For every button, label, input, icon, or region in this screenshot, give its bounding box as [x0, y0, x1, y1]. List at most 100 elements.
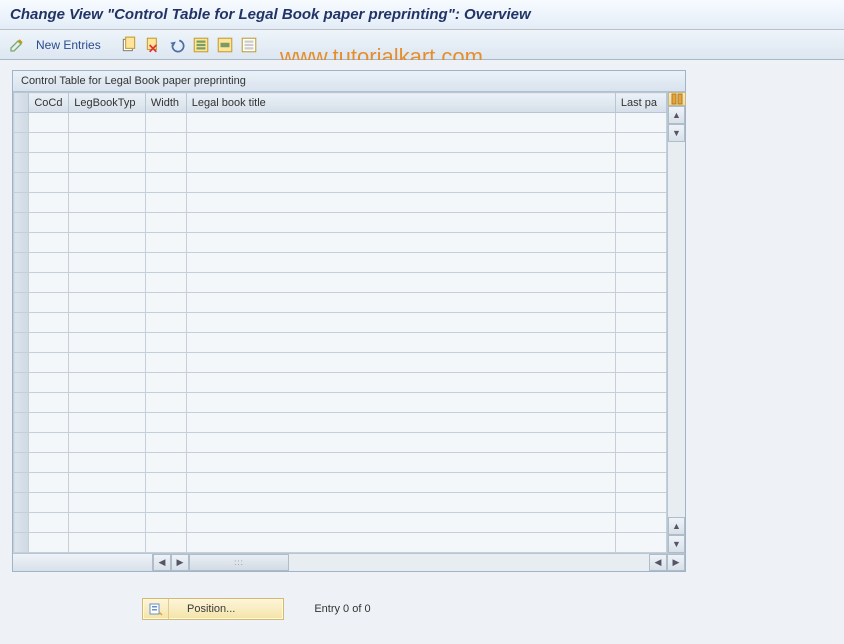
row-selector[interactable]: [14, 513, 29, 533]
row-selector[interactable]: [14, 133, 29, 153]
select-block-icon[interactable]: [215, 35, 235, 55]
cell[interactable]: [29, 153, 69, 173]
row-selector[interactable]: [14, 113, 29, 133]
row-selector[interactable]: [14, 413, 29, 433]
row-selector[interactable]: [14, 333, 29, 353]
column-header-legal-book-title[interactable]: Legal book title: [186, 93, 615, 113]
cell[interactable]: [69, 173, 146, 193]
cell[interactable]: [615, 453, 666, 473]
change-icon[interactable]: [8, 36, 26, 54]
cell[interactable]: [29, 313, 69, 333]
cell[interactable]: [145, 293, 186, 313]
cell[interactable]: [186, 453, 615, 473]
cell[interactable]: [29, 353, 69, 373]
cell[interactable]: [615, 133, 666, 153]
cell[interactable]: [186, 413, 615, 433]
new-entries-button[interactable]: New Entries: [30, 38, 107, 52]
cell[interactable]: [69, 273, 146, 293]
cell[interactable]: [145, 273, 186, 293]
cell[interactable]: [145, 333, 186, 353]
cell[interactable]: [29, 333, 69, 353]
cell[interactable]: [615, 333, 666, 353]
cell[interactable]: [615, 213, 666, 233]
row-selector[interactable]: [14, 293, 29, 313]
column-header-last-page[interactable]: Last pa: [615, 93, 666, 113]
cell[interactable]: [29, 253, 69, 273]
row-selector[interactable]: [14, 153, 29, 173]
row-selector[interactable]: [14, 453, 29, 473]
cell[interactable]: [29, 393, 69, 413]
cell[interactable]: [145, 373, 186, 393]
deselect-all-icon[interactable]: [239, 35, 259, 55]
cell[interactable]: [186, 433, 615, 453]
cell[interactable]: [615, 113, 666, 133]
cell[interactable]: [145, 433, 186, 453]
scroll-track-horizontal[interactable]: [289, 554, 649, 571]
cell[interactable]: [145, 213, 186, 233]
position-button[interactable]: Position...: [142, 598, 284, 620]
row-selector[interactable]: [14, 233, 29, 253]
cell[interactable]: [29, 493, 69, 513]
row-selector[interactable]: [14, 533, 29, 553]
cell[interactable]: [29, 113, 69, 133]
cell[interactable]: [145, 153, 186, 173]
cell[interactable]: [186, 233, 615, 253]
cell[interactable]: [186, 273, 615, 293]
scroll-up-icon[interactable]: ▲: [668, 106, 685, 124]
cell[interactable]: [29, 533, 69, 553]
row-selector[interactable]: [14, 313, 29, 333]
cell[interactable]: [145, 493, 186, 513]
cell[interactable]: [69, 533, 146, 553]
cell[interactable]: [69, 433, 146, 453]
cell[interactable]: [69, 233, 146, 253]
cell[interactable]: [29, 513, 69, 533]
vertical-scrollbar[interactable]: ▲ ▼ ▲ ▼: [667, 92, 685, 553]
cell[interactable]: [186, 213, 615, 233]
cell[interactable]: [145, 173, 186, 193]
cell[interactable]: [615, 533, 666, 553]
horizontal-scrollbar[interactable]: ◀ ▶ ::: ◀ ▶: [13, 553, 685, 571]
cell[interactable]: [186, 333, 615, 353]
cell[interactable]: [615, 193, 666, 213]
cell[interactable]: [29, 233, 69, 253]
cell[interactable]: [145, 313, 186, 333]
row-selector[interactable]: [14, 213, 29, 233]
cell[interactable]: [69, 313, 146, 333]
scroll-track-vertical[interactable]: [668, 142, 685, 517]
cell[interactable]: [615, 493, 666, 513]
row-selector[interactable]: [14, 193, 29, 213]
cell[interactable]: [186, 513, 615, 533]
row-selector[interactable]: [14, 393, 29, 413]
cell[interactable]: [186, 533, 615, 553]
cell[interactable]: [69, 373, 146, 393]
cell[interactable]: [69, 153, 146, 173]
cell[interactable]: [145, 353, 186, 373]
scroll-left-icon[interactable]: ◀: [153, 554, 171, 571]
select-all-rows[interactable]: [14, 93, 29, 113]
scroll-thumb-horizontal[interactable]: :::: [189, 554, 289, 571]
cell[interactable]: [69, 493, 146, 513]
cell[interactable]: [186, 313, 615, 333]
cell[interactable]: [29, 433, 69, 453]
row-selector[interactable]: [14, 173, 29, 193]
cell[interactable]: [186, 113, 615, 133]
cell[interactable]: [69, 133, 146, 153]
cell[interactable]: [145, 473, 186, 493]
cell[interactable]: [29, 413, 69, 433]
cell[interactable]: [29, 173, 69, 193]
cell[interactable]: [29, 133, 69, 153]
cell[interactable]: [69, 393, 146, 413]
row-selector[interactable]: [14, 353, 29, 373]
cell[interactable]: [69, 353, 146, 373]
copy-icon[interactable]: [119, 35, 139, 55]
cell[interactable]: [29, 193, 69, 213]
delete-icon[interactable]: [143, 35, 163, 55]
cell[interactable]: [69, 253, 146, 273]
cell[interactable]: [186, 353, 615, 373]
cell[interactable]: [69, 473, 146, 493]
cell[interactable]: [186, 293, 615, 313]
cell[interactable]: [186, 153, 615, 173]
undo-icon[interactable]: [167, 35, 187, 55]
cell[interactable]: [145, 393, 186, 413]
cell[interactable]: [615, 373, 666, 393]
